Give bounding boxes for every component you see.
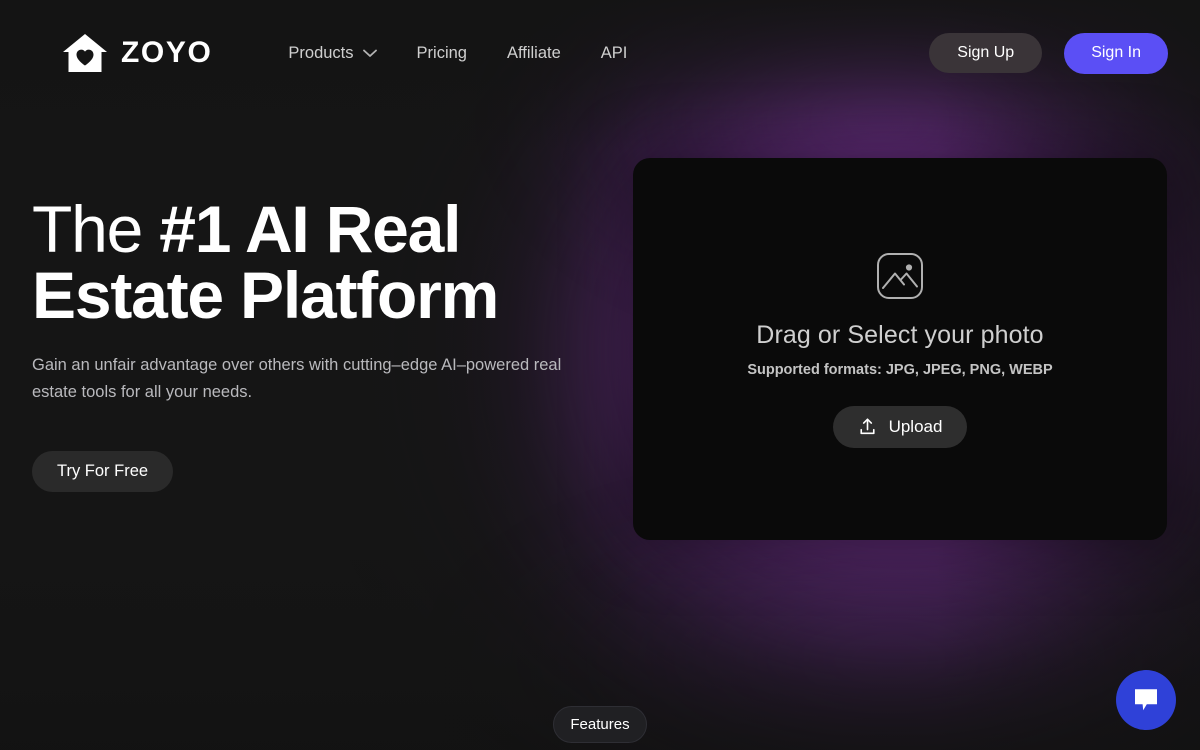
chat-widget-button[interactable] <box>1116 670 1176 730</box>
header-actions: Sign Up Sign In <box>929 32 1168 74</box>
brand-name: ZOYO <box>121 36 213 69</box>
features-scroll-pill[interactable]: Features <box>553 706 647 743</box>
hero-title-bold-line2: Estate Platform <box>32 258 499 332</box>
brand-logo[interactable]: ZOYO <box>62 32 212 74</box>
page-title: The #1 AI Real Estate Platform <box>32 196 612 328</box>
nav-label-api: API <box>600 43 628 62</box>
hero-subtitle: Gain an unfair advantage over others wit… <box>32 356 562 401</box>
photo-upload-dropzone[interactable]: Drag or Select your photo Supported form… <box>633 158 1167 540</box>
house-heart-icon <box>63 34 107 72</box>
hero-section: The #1 AI Real Estate Platform Gain an u… <box>32 196 612 493</box>
site-header: ZOYO Products Pricing Affiliate API Sign… <box>0 0 1200 106</box>
dropzone-formats: Supported formats: JPG, JPEG, PNG, WEBP <box>747 361 1053 378</box>
chevron-down-icon <box>362 49 377 57</box>
nav-item-api[interactable]: API <box>581 36 648 71</box>
nav-item-products[interactable]: Products <box>268 36 396 71</box>
nav-label-affiliate: Affiliate <box>506 43 561 62</box>
sign-in-button[interactable]: Sign In <box>1064 32 1168 74</box>
nav-item-pricing[interactable]: Pricing <box>397 36 487 71</box>
hero-title-light: The <box>32 192 160 266</box>
upload-arrow-icon <box>859 418 875 435</box>
chat-bubble-icon <box>1135 689 1157 711</box>
sign-up-button[interactable]: Sign Up <box>929 33 1043 73</box>
try-for-free-button[interactable]: Try For Free <box>32 451 174 493</box>
dropzone-title: Drag or Select your photo <box>756 320 1044 349</box>
main-nav: Products Pricing Affiliate API <box>268 36 647 71</box>
image-placeholder-icon <box>877 252 923 299</box>
nav-label-products: Products <box>288 43 354 62</box>
landing-page: ZOYO Products Pricing Affiliate API Sign… <box>0 0 1200 750</box>
nav-label-pricing: Pricing <box>416 43 467 62</box>
upload-button[interactable]: Upload <box>832 405 968 448</box>
hero-title-bold-line1: #1 AI Real <box>159 192 461 266</box>
nav-item-affiliate[interactable]: Affiliate <box>487 36 581 71</box>
upload-button-label: Upload <box>888 416 943 436</box>
features-label: Features <box>570 716 630 733</box>
